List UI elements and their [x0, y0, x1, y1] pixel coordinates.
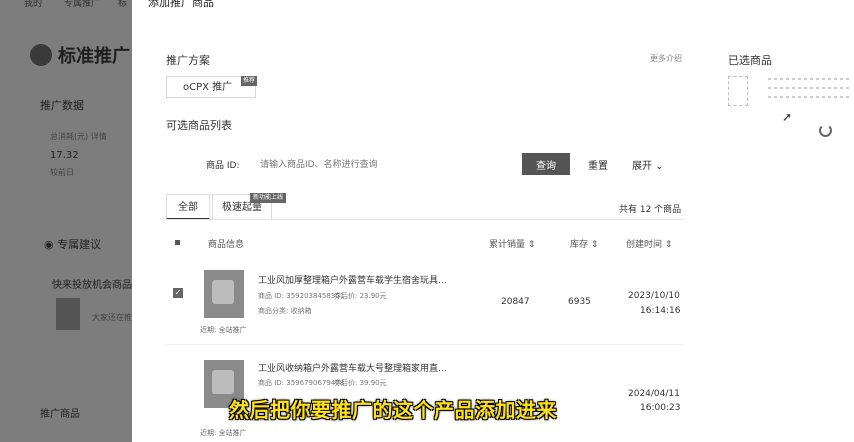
column-stock-label: 库存: [570, 240, 589, 250]
product-name[interactable]: 工业风加厚整理箱户外露营车载学生宿舍玩具...: [258, 273, 468, 286]
product-price: 券后价: 23.90元: [334, 292, 387, 300]
opportunity-label: 快来投放机会商品: [52, 280, 132, 291]
promo-goods-heading: 推广商品: [40, 409, 80, 420]
expand-button[interactable]: 展开 ⌄: [632, 153, 664, 175]
total-count: 共有 12 个商品: [619, 205, 682, 215]
product-id: 商品 ID: 3592038458351: [258, 292, 345, 300]
background-page: 我的 专属推广 标 标准推广 推广数据 总消耗(元) 详情 17.32 较前日 …: [0, 0, 140, 442]
more-intro-link[interactable]: 更多介绍: [650, 53, 682, 64]
plan-option-ocpx[interactable]: oCPX 推广 推荐: [166, 76, 257, 98]
add-product-panel: 添加推广商品 推广方案 更多介绍 oCPX 推广 推荐 已选商品 ➚ 可选商品列…: [132, 0, 854, 442]
opportunity-product-thumbnail[interactable]: [56, 298, 80, 330]
brand-title: 标准推广: [58, 46, 130, 67]
selected-goods-placeholder: [728, 76, 748, 106]
exclusive-suggestion: ◉ 专属建议: [44, 236, 101, 252]
column-sales-label: 累计销量: [489, 240, 526, 250]
product-created-date: 2024/04/11: [628, 389, 680, 399]
column-created-label: 创建时间: [626, 240, 663, 250]
thumb-note: 大家还在推: [92, 313, 132, 322]
select-all-checkbox[interactable]: [175, 240, 180, 245]
product-image: [204, 270, 244, 318]
background-top-tabs: 我的 专属推广 标: [0, 0, 140, 10]
mouse-cursor-icon: ➚: [782, 110, 793, 124]
product-id-input[interactable]: [258, 154, 512, 176]
column-sales[interactable]: 累计销量 ⇕: [489, 237, 535, 250]
row-checkbox-checked[interactable]: ✓: [173, 288, 183, 298]
brand-logo-icon: [30, 44, 52, 66]
tab-all[interactable]: 全部: [166, 194, 210, 220]
selected-goods-hint: [768, 78, 852, 105]
product-note: 近期: 全站推广: [200, 429, 247, 437]
stat-label: 总消耗(元) 详情: [50, 132, 107, 141]
stat-value: 17.32: [50, 150, 79, 161]
selectable-list-label: 可选商品列表: [166, 119, 232, 132]
product-category: 商品分类: 收纳箱: [258, 307, 312, 315]
panel-title: 添加推广商品: [148, 0, 214, 9]
plan-tag: 推荐: [240, 76, 257, 86]
plan-option-label: oCPX 推广: [183, 82, 233, 93]
product-id: 商品 ID: 3596790679478: [258, 379, 345, 387]
exclusive-icon: ◉: [44, 238, 58, 251]
reset-button[interactable]: 重置: [588, 153, 608, 175]
sort-icon: ⇕: [527, 240, 536, 250]
column-created[interactable]: 创建时间 ⇕: [626, 237, 672, 250]
promo-data-heading: 推广数据: [40, 99, 84, 112]
column-info: 商品信息: [208, 240, 245, 250]
chevron-down-icon: ⌄: [655, 160, 664, 172]
product-name[interactable]: 工业风收纳箱户外露营车载大号整理箱家用直...: [258, 361, 468, 374]
column-stock[interactable]: 库存 ⇕: [570, 237, 598, 250]
query-button[interactable]: 查询: [522, 153, 570, 175]
bg-tab-3[interactable]: 标: [118, 0, 127, 9]
row-divider: [166, 344, 684, 345]
product-note: 近期: 全站推广: [200, 326, 247, 334]
expand-label: 展开: [632, 160, 652, 172]
product-created-time: 16:14:16: [640, 306, 681, 316]
product-created-time: 16:00:23: [640, 403, 681, 413]
product-price: 券后价: 39.90元: [334, 379, 387, 387]
product-id-label: 商品 ID:: [206, 161, 240, 171]
bg-tab-1[interactable]: 我的: [24, 0, 42, 9]
loading-spinner-icon: [819, 124, 832, 137]
sort-icon: ⇕: [590, 240, 599, 250]
product-created-date: 2023/10/10: [628, 291, 680, 301]
new-feature-badge: 新功能上线: [250, 193, 287, 203]
stat-sub: 较前日: [50, 168, 74, 177]
tab-divider: [166, 219, 684, 220]
video-subtitle: 然后把你要推广的这个产品添加进来: [229, 398, 557, 422]
product-stock: 6935: [568, 297, 591, 307]
selected-goods-label: 已选商品: [728, 54, 772, 67]
bg-tab-2[interactable]: 专属推广: [64, 0, 100, 9]
brand: 标准推广: [30, 42, 130, 68]
product-sales: 20847: [501, 297, 530, 307]
plan-label: 推广方案: [166, 54, 210, 67]
sort-icon: ⇕: [664, 240, 673, 250]
exclusive-label: 专属建议: [57, 238, 102, 251]
